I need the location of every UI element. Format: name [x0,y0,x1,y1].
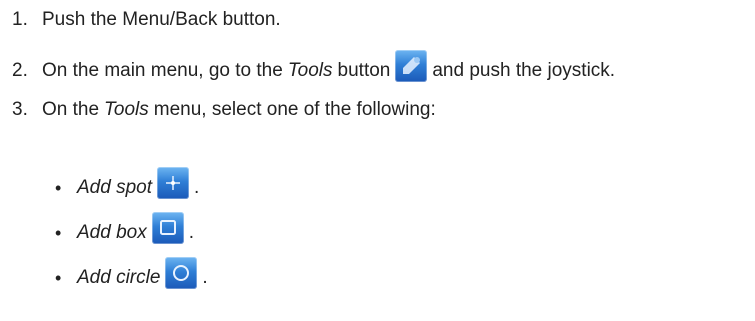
add-circle-icon [165,257,198,289]
bullet: • [55,178,62,198]
step-text-after: and push the joystick. [432,60,616,81]
option-label: Add spot [77,177,152,198]
tools-icon [395,50,428,82]
bullet: • [55,223,62,243]
add-box-icon [151,212,184,244]
bullet: • [55,268,62,288]
option-label: Add circle [77,267,161,288]
option-label: Add box [77,222,147,243]
step-text-before: On the [42,99,100,120]
step-text: On the main menu, go to the Tools button… [42,50,615,82]
tools-label: Tools [104,99,149,120]
tools-label: Tools [287,60,333,81]
option-text: Add circle . [77,257,208,289]
step-text: On the Tools menu, select one of the fol… [42,99,436,121]
step-text-middle: button [337,60,391,81]
option-text: Add box . [77,212,194,244]
option-text: Add spot . [77,167,199,199]
option-suffix: . [202,267,208,288]
step-number: 1. [12,9,28,30]
add-spot-icon [157,167,189,199]
step-number: 3. [12,99,28,120]
step-number: 2. [12,60,28,81]
step-text-before: On the main menu, go to the [42,60,283,81]
option-suffix: . [188,222,195,243]
step-text: Push the Menu/Back button. [42,9,281,30]
step-text-after: menu, select one of the following: [153,99,436,120]
option-suffix: . [194,177,200,198]
